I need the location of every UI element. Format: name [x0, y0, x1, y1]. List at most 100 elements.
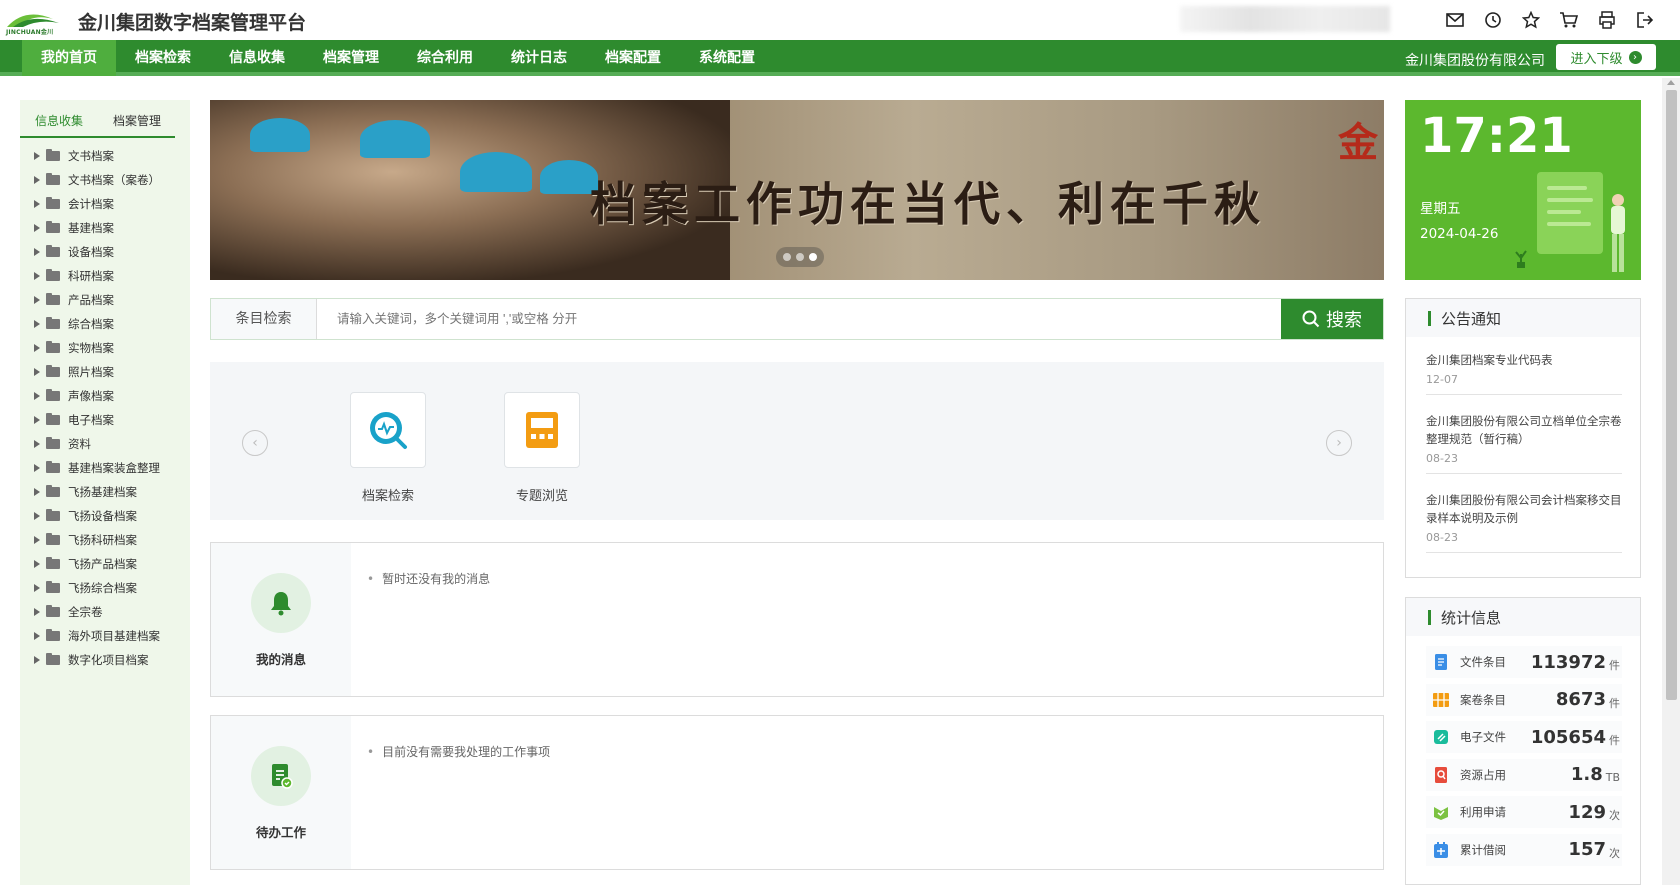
nav-home[interactable]: 我的首页	[22, 40, 116, 76]
expand-arrow-icon[interactable]	[34, 632, 40, 640]
tree-node[interactable]: 会计档案	[34, 192, 160, 216]
document-illustration	[1537, 172, 1603, 254]
stat-row: 利用申请 129 次	[1426, 796, 1622, 828]
tree-node[interactable]: 基建档案装盒整理	[34, 456, 160, 480]
banner-carousel[interactable]: 档案工作功在当代、利在千秋 金	[210, 100, 1384, 280]
cart-icon[interactable]	[1558, 9, 1580, 31]
expand-arrow-icon[interactable]	[34, 512, 40, 520]
helmet-shape	[250, 118, 310, 152]
tree-node[interactable]: 照片档案	[34, 360, 160, 384]
search-button[interactable]: 搜索	[1281, 299, 1383, 339]
scrollbar-thumb[interactable]	[1666, 90, 1677, 700]
tree-node[interactable]: 产品档案	[34, 288, 160, 312]
expand-arrow-icon[interactable]	[34, 656, 40, 664]
tree-node[interactable]: 飞扬设备档案	[34, 504, 160, 528]
company-name[interactable]: 金川集团股份有限公司	[1405, 50, 1545, 70]
nav-archive-manage[interactable]: 档案管理	[304, 40, 398, 76]
sidebar-tabs: 信息收集 档案管理	[20, 110, 175, 138]
tree-node[interactable]: 科研档案	[34, 264, 160, 288]
expand-arrow-icon[interactable]	[34, 344, 40, 352]
nav-info-collect[interactable]: 信息收集	[210, 40, 304, 76]
top-bar: JINCHUAN金川 金川集团数字档案管理平台	[0, 0, 1680, 40]
scroll-up-arrow[interactable]	[1667, 80, 1675, 85]
tree-node[interactable]: 飞扬产品档案	[34, 552, 160, 576]
stat-unit: 件	[1609, 734, 1620, 747]
tree-node[interactable]: 实物档案	[34, 336, 160, 360]
tree-node[interactable]: 飞扬基建档案	[34, 480, 160, 504]
tree-node-label: 文书档案	[68, 149, 114, 163]
expand-arrow-icon[interactable]	[34, 536, 40, 544]
tree-node[interactable]: 文书档案（案卷）	[34, 168, 160, 192]
logout-icon[interactable]	[1634, 9, 1656, 31]
tree-node[interactable]: 基建档案	[34, 216, 160, 240]
expand-arrow-icon[interactable]	[34, 464, 40, 472]
expand-arrow-icon[interactable]	[34, 392, 40, 400]
tree-node[interactable]: 文书档案	[34, 144, 160, 168]
notice-item[interactable]: 金川集团股份有限公司立档单位全宗卷整理规范（暂行稿） 08-23	[1426, 412, 1622, 474]
stats-title: 统计信息	[1441, 609, 1502, 627]
helmet-shape	[460, 152, 532, 192]
expand-arrow-icon[interactable]	[34, 608, 40, 616]
stat-label: 利用申请	[1460, 805, 1506, 819]
tree-node[interactable]: 设备档案	[34, 240, 160, 264]
arrow-right-icon: ›	[1628, 50, 1642, 64]
expand-arrow-icon[interactable]	[34, 200, 40, 208]
folder-icon	[46, 341, 60, 353]
tree-node[interactable]: 全宗卷	[34, 600, 160, 624]
expand-arrow-icon[interactable]	[34, 368, 40, 376]
quick-item-topic-browse[interactable]: 专题浏览	[504, 392, 580, 504]
enter-subordinate-button[interactable]: 进入下级 ›	[1556, 44, 1656, 70]
clock-weekday: 星期五	[1420, 201, 1461, 217]
search-input[interactable]	[317, 299, 1281, 339]
expand-arrow-icon[interactable]	[34, 440, 40, 448]
nav-system-config[interactable]: 系统配置	[680, 40, 774, 76]
expand-arrow-icon[interactable]	[34, 560, 40, 568]
expand-arrow-icon[interactable]	[34, 248, 40, 256]
tree-node[interactable]: 资料	[34, 432, 160, 456]
carousel-prev-button[interactable]: ‹	[242, 430, 268, 456]
notice-header: 公告通知	[1406, 299, 1640, 337]
expand-arrow-icon[interactable]	[34, 224, 40, 232]
carousel-dot[interactable]	[796, 253, 804, 261]
notice-item[interactable]: 金川集团股份有限公司会计档案移交目录样本说明及示例 08-23	[1426, 491, 1622, 553]
tree-node[interactable]: 数字化项目档案	[34, 648, 160, 672]
carousel-dot-active[interactable]	[809, 253, 817, 261]
tree-node[interactable]: 飞扬综合档案	[34, 576, 160, 600]
print-icon[interactable]	[1596, 9, 1618, 31]
quick-item-archive-search[interactable]: 档案检索	[350, 392, 426, 504]
search-type-label[interactable]: 条目检索	[211, 299, 317, 339]
history-icon[interactable]	[1482, 9, 1504, 31]
page-scrollbar[interactable]	[1662, 78, 1680, 885]
notice-item-date: 08-23	[1426, 531, 1458, 544]
notice-item[interactable]: 金川集团档案专业代码表 12-07	[1426, 351, 1622, 395]
expand-arrow-icon[interactable]	[34, 152, 40, 160]
expand-arrow-icon[interactable]	[34, 488, 40, 496]
star-icon[interactable]	[1520, 9, 1542, 31]
tree-node[interactable]: 电子档案	[34, 408, 160, 432]
expand-arrow-icon[interactable]	[34, 416, 40, 424]
search-icon	[1302, 310, 1320, 328]
folder-icon	[46, 437, 60, 449]
folder-icon	[46, 509, 60, 521]
expand-arrow-icon[interactable]	[34, 584, 40, 592]
nav-archive-search[interactable]: 档案检索	[116, 40, 210, 76]
tree-node[interactable]: 海外项目基建档案	[34, 624, 160, 648]
nav-archive-config[interactable]: 档案配置	[586, 40, 680, 76]
carousel-dot[interactable]	[783, 253, 791, 261]
tab-info-collect[interactable]: 信息收集	[20, 110, 98, 136]
stats-panel: 统计信息 文件条目 113972 件案卷条目 8673 件电子文件 105654 件资源占用…	[1405, 597, 1641, 885]
expand-arrow-icon[interactable]	[34, 176, 40, 184]
nav-comprehensive-use[interactable]: 综合利用	[398, 40, 492, 76]
tree-node[interactable]: 综合档案	[34, 312, 160, 336]
expand-arrow-icon[interactable]	[34, 320, 40, 328]
expand-arrow-icon[interactable]	[34, 272, 40, 280]
mail-icon[interactable]	[1444, 9, 1466, 31]
panel-title: 我的消息	[255, 652, 306, 667]
tab-archive-manage[interactable]: 档案管理	[98, 110, 176, 136]
tree-node[interactable]: 飞扬科研档案	[34, 528, 160, 552]
nav-stats-log[interactable]: 统计日志	[492, 40, 586, 76]
expand-arrow-icon[interactable]	[34, 296, 40, 304]
carousel-next-button[interactable]: ›	[1326, 430, 1352, 456]
tree-node[interactable]: 声像档案	[34, 384, 160, 408]
sidebar: 信息收集 档案管理 文书档案文书档案（案卷） 会计档案 基建档案 设备档案 科研档案 产品…	[20, 100, 190, 885]
